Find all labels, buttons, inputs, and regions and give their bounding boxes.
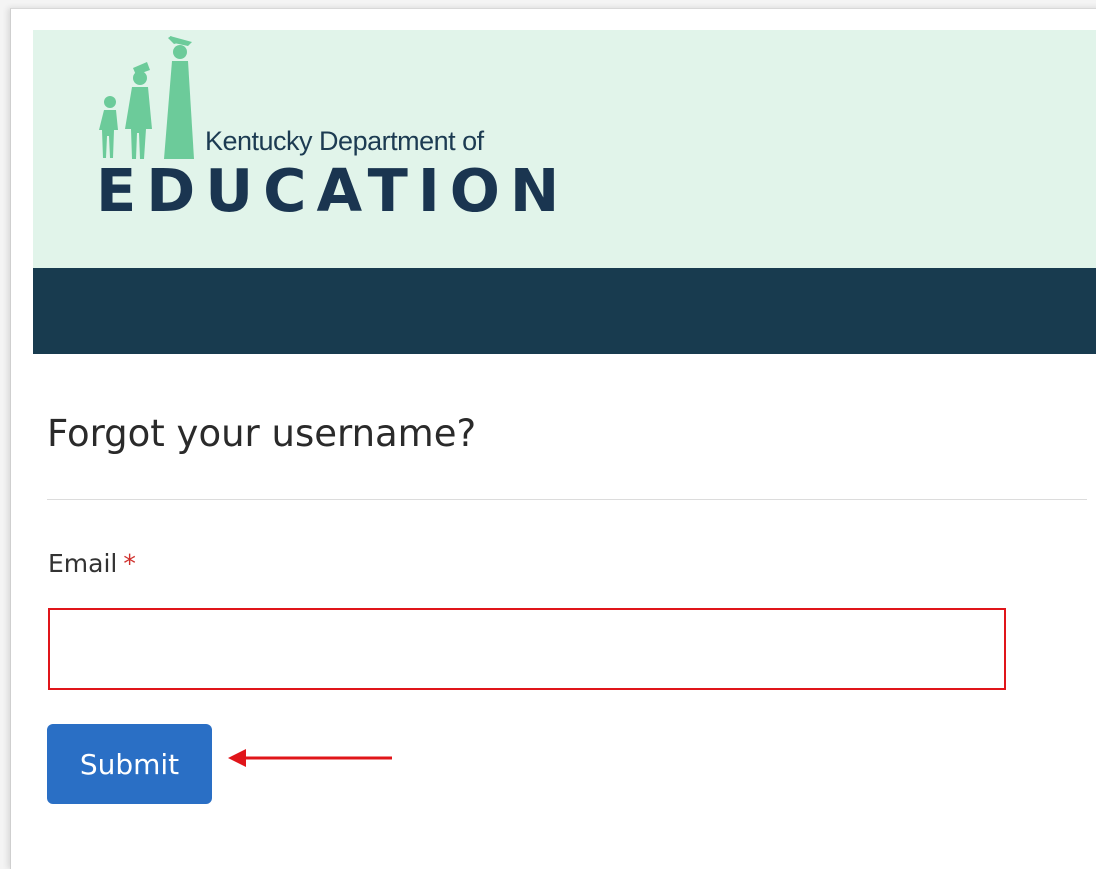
email-label-text: Email (48, 549, 118, 578)
submit-button[interactable]: Submit (47, 724, 212, 804)
students-figures-icon (99, 36, 194, 159)
nav-bar (33, 268, 1096, 354)
logo-wordmark: EDUCATION (96, 156, 570, 225)
arrow-left-icon (228, 749, 392, 767)
title-divider (47, 499, 1087, 500)
email-label: Email * (48, 549, 136, 578)
email-field[interactable] (48, 608, 1006, 690)
logo-organization-line: Kentucky Department of (205, 126, 484, 156)
page-title: Forgot your username? (47, 412, 477, 455)
kde-logo[interactable]: Kentucky Department of EDUCATION (66, 30, 566, 268)
required-marker: * (123, 549, 136, 578)
header-banner: Kentucky Department of EDUCATION (33, 30, 1096, 268)
